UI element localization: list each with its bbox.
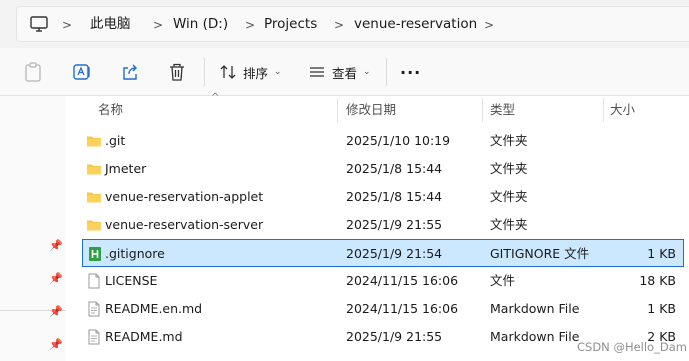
column-divider[interactable] xyxy=(603,98,604,122)
file-row[interactable]: venue-reservation-applet 2025/1/8 15:44 文件… xyxy=(82,183,684,211)
file-type: 文件夹 xyxy=(490,217,528,232)
sort-label: 排序 xyxy=(243,65,269,81)
pin-icon: 📌 xyxy=(49,305,63,318)
navigation-pane[interactable]: 📌 📌 📌 📌 xyxy=(0,96,66,361)
file-size xyxy=(602,127,676,155)
file-name: README.en.md xyxy=(105,301,203,316)
column-header-name[interactable]: 名称 xyxy=(98,96,123,124)
file-name: venue-reservation-applet xyxy=(105,189,264,204)
file-name: venue-reservation-server xyxy=(105,217,264,232)
file-name: .git xyxy=(105,133,126,148)
file-name: Jmeter xyxy=(105,161,147,176)
file-type: Markdown File xyxy=(490,329,580,344)
rename-button[interactable] xyxy=(72,62,92,82)
file-size: 18 KB xyxy=(639,273,676,288)
more-options-button[interactable]: ··· xyxy=(400,62,421,82)
share-button[interactable] xyxy=(120,62,140,82)
file-type: 文件夹 xyxy=(490,189,528,204)
file-name: LICENSE xyxy=(105,273,158,288)
column-divider[interactable] xyxy=(482,98,483,122)
toolbar-separator xyxy=(386,58,387,86)
view-label: 查看 xyxy=(332,65,358,81)
toolbar-separator xyxy=(204,58,205,86)
file-type: GITIGNORE 文件 xyxy=(490,246,590,261)
file-name: .gitignore xyxy=(105,246,165,261)
file-row[interactable]: .git 2025/1/10 10:19 文件夹 xyxy=(82,127,684,155)
view-button[interactable]: 查看 ⌄ xyxy=(308,62,371,82)
breadcrumb-current-folder[interactable]: venue-reservation xyxy=(354,15,477,33)
watermark: CSDN @Hello_Dam xyxy=(577,340,687,354)
pin-icon: 📌 xyxy=(49,272,63,285)
breadcrumb-drive[interactable]: Win (D:) xyxy=(173,15,228,33)
column-header-type[interactable]: 类型 xyxy=(490,96,515,124)
file-name: README.md xyxy=(105,329,183,344)
chevron-down-icon: ⌄ xyxy=(274,67,282,77)
file-size xyxy=(602,155,676,183)
view-list-icon xyxy=(310,67,324,77)
chevron-right-icon[interactable]: > xyxy=(62,16,72,34)
file-row[interactable]: .gitignore 2025/1/9 21:54 GITIGNORE 文件 1 KB xyxy=(82,239,684,267)
column-divider[interactable] xyxy=(337,98,338,122)
computer-icon[interactable] xyxy=(29,14,49,34)
file-modified: 2025/1/9 21:54 xyxy=(346,246,443,261)
file-type: 文件夹 xyxy=(490,161,528,176)
file-size: 1 KB xyxy=(647,301,676,316)
trash-icon xyxy=(170,63,184,81)
file-type: Markdown File xyxy=(490,301,580,316)
pin-icon: 📌 xyxy=(49,338,63,351)
rename-icon xyxy=(73,64,90,80)
sort-ascending-icon: ^ xyxy=(211,92,220,103)
column-header-size[interactable]: 大小 xyxy=(610,96,635,124)
file-modified: 2024/11/15 16:06 xyxy=(346,301,459,316)
chevron-down-icon: ⌄ xyxy=(363,67,371,77)
sort-arrows-icon xyxy=(220,65,236,79)
file-modified: 2025/1/9 21:55 xyxy=(346,329,443,344)
chevron-right-icon[interactable]: > xyxy=(245,16,255,34)
file-modified: 2025/1/8 15:44 xyxy=(346,189,443,204)
file-size xyxy=(602,211,676,239)
file-type: 文件 xyxy=(490,273,516,288)
file-size xyxy=(602,183,676,211)
sort-button[interactable]: 排序 ⌄ xyxy=(219,62,282,82)
address-bar-area: > 此电脑 > Win (D:) > Projects > venue-rese… xyxy=(0,0,689,48)
chevron-right-icon[interactable]: > xyxy=(484,16,494,34)
file-row[interactable]: LICENSE 2024/11/15 16:06 文件 18 KB xyxy=(82,267,684,295)
clipboard-icon xyxy=(25,62,41,82)
file-row[interactable]: README.en.md 2024/11/15 16:06 Markdown Fil… xyxy=(82,295,684,323)
command-bar: 排序 ⌄ 查看 ⌄ ··· xyxy=(0,48,689,96)
pin-icon: 📌 xyxy=(49,239,63,252)
delete-button[interactable] xyxy=(168,62,186,82)
file-modified: 2025/1/9 21:55 xyxy=(346,217,443,232)
breadcrumb-this-pc[interactable]: 此电脑 xyxy=(90,15,131,33)
file-size: 1 KB xyxy=(647,246,676,261)
chevron-right-icon[interactable]: > xyxy=(334,16,344,34)
breadcrumb-projects[interactable]: Projects xyxy=(264,15,317,33)
file-modified: 2025/1/8 15:44 xyxy=(346,161,443,176)
address-bar[interactable]: > 此电脑 > Win (D:) > Projects > venue-rese… xyxy=(16,6,689,42)
share-icon xyxy=(123,64,137,80)
file-row[interactable]: venue-reservation-server 2025/1/9 21:55 文件… xyxy=(82,211,684,239)
file-modified: 2024/11/15 16:06 xyxy=(346,273,459,288)
file-row[interactable]: Jmeter 2025/1/8 15:44 文件夹 xyxy=(82,155,684,183)
chevron-right-icon[interactable]: > xyxy=(153,16,163,34)
column-header-modified[interactable]: 修改日期 xyxy=(346,96,396,124)
file-modified: 2025/1/10 10:19 xyxy=(346,133,451,148)
file-type: 文件夹 xyxy=(490,133,528,148)
paste-button[interactable] xyxy=(24,62,42,82)
